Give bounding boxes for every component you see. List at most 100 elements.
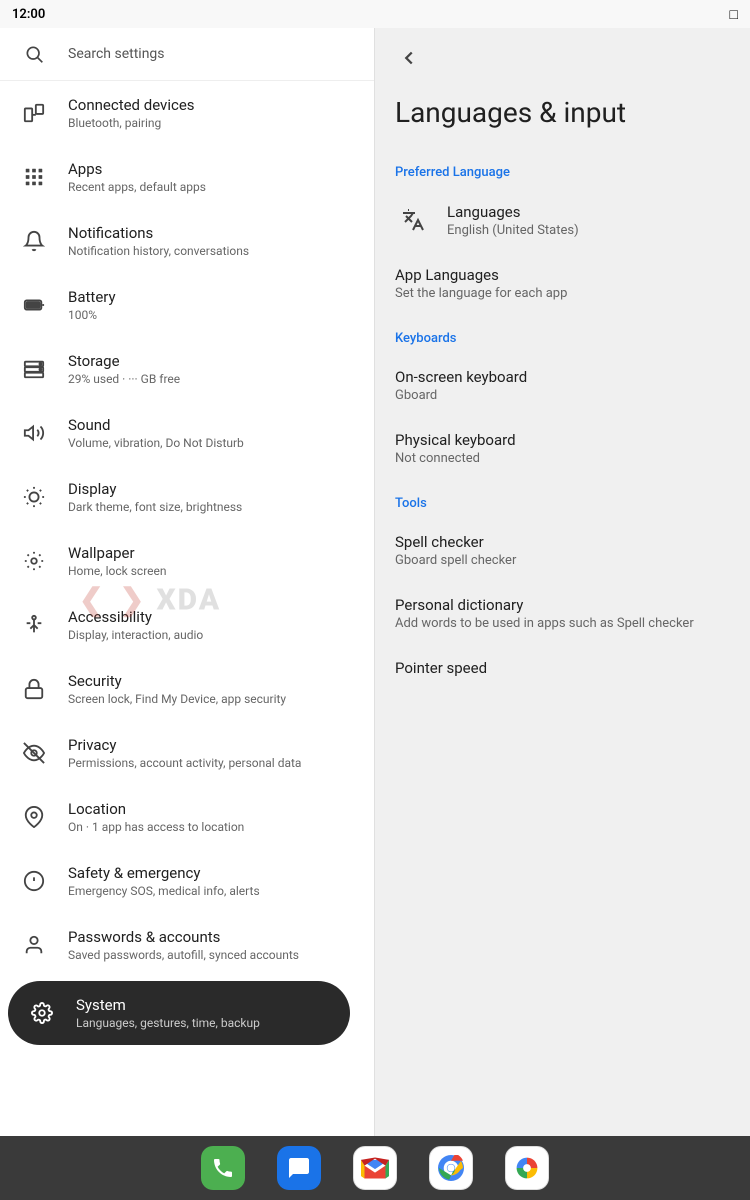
safety-subtitle: Emergency SOS, medical info, alerts: [68, 884, 260, 898]
left-panel: Search settings Connected devices Blueto…: [0, 28, 375, 1136]
battery-settings-icon: [16, 287, 52, 323]
page-title: Languages & input: [375, 88, 750, 149]
personal-dictionary-title: Personal dictionary: [395, 596, 694, 614]
system-title: System: [76, 996, 260, 1014]
on-screen-keyboard-title: On-screen keyboard: [395, 368, 527, 386]
connected-devices-icon: [16, 95, 52, 131]
storage-title: Storage: [68, 352, 180, 370]
notifications-subtitle: Notification history, conversations: [68, 244, 249, 258]
app-languages-subtitle: Set the language for each app: [395, 286, 567, 301]
location-title: Location: [68, 800, 244, 818]
right-item-on-screen-keyboard[interactable]: On-screen keyboard Gboard: [375, 354, 750, 417]
right-panel-header: [375, 28, 750, 88]
sidebar-item-passwords[interactable]: Passwords & accounts Saved passwords, au…: [0, 913, 374, 977]
sidebar-item-wallpaper[interactable]: Wallpaper Home, lock screen: [0, 529, 374, 593]
right-item-spell-checker[interactable]: Spell checker Gboard spell checker: [375, 519, 750, 582]
sidebar-item-connected-devices[interactable]: Connected devices Bluetooth, pairing: [0, 81, 374, 145]
nav-photos-app[interactable]: [505, 1146, 549, 1190]
display-subtitle: Dark theme, font size, brightness: [68, 500, 242, 514]
storage-subtitle: 29% used · ··· GB free: [68, 372, 180, 386]
accessibility-title: Accessibility: [68, 608, 203, 626]
sidebar-item-sound[interactable]: Sound Volume, vibration, Do Not Disturb: [0, 401, 374, 465]
section-header-tools: Tools: [375, 480, 750, 519]
system-item-wrapper: System Languages, gestures, time, backup: [0, 977, 374, 1049]
sidebar-item-battery[interactable]: Battery 100%: [0, 273, 374, 337]
languages-title: Languages: [447, 203, 579, 221]
system-icon: [24, 995, 60, 1031]
languages-subtitle: English (United States): [447, 223, 579, 238]
system-subtitle: Languages, gestures, time, backup: [76, 1016, 260, 1030]
sidebar-item-location[interactable]: Location On · 1 app has access to locati…: [0, 785, 374, 849]
sidebar-item-safety[interactable]: Safety & emergency Emergency SOS, medica…: [0, 849, 374, 913]
safety-title: Safety & emergency: [68, 864, 260, 882]
right-item-languages[interactable]: Languages English (United States): [375, 188, 750, 252]
passwords-icon: [16, 927, 52, 963]
connected-devices-subtitle: Bluetooth, pairing: [68, 116, 195, 130]
bottom-nav: [0, 1136, 750, 1200]
sound-icon: [16, 415, 52, 451]
physical-keyboard-subtitle: Not connected: [395, 451, 516, 466]
right-panel: Languages & input Preferred Language Lan…: [375, 28, 750, 1136]
security-icon: [16, 671, 52, 707]
nav-gmail-app[interactable]: [353, 1146, 397, 1190]
sound-subtitle: Volume, vibration, Do Not Disturb: [68, 436, 244, 450]
nav-messages-app[interactable]: [277, 1146, 321, 1190]
search-settings-title: Search settings: [68, 46, 165, 62]
sidebar-item-privacy[interactable]: Privacy Permissions, account activity, p…: [0, 721, 374, 785]
wallpaper-subtitle: Home, lock screen: [68, 564, 167, 578]
safety-icon: [16, 863, 52, 899]
nav-chrome-app[interactable]: [429, 1146, 473, 1190]
status-bar: 12:00 □: [0, 0, 750, 28]
apps-subtitle: Recent apps, default apps: [68, 180, 206, 194]
status-time: 12:00: [12, 7, 45, 22]
connected-devices-title: Connected devices: [68, 96, 195, 114]
display-title: Display: [68, 480, 242, 498]
apps-title: Apps: [68, 160, 206, 178]
privacy-title: Privacy: [68, 736, 301, 754]
on-screen-keyboard-subtitle: Gboard: [395, 388, 527, 403]
status-icons: □: [730, 6, 738, 23]
sidebar-item-notifications[interactable]: Notifications Notification history, conv…: [0, 209, 374, 273]
right-item-pointer-speed[interactable]: Pointer speed: [375, 645, 750, 691]
search-icon: [16, 36, 52, 72]
battery-subtitle: 100%: [68, 308, 116, 322]
sidebar-item-apps[interactable]: Apps Recent apps, default apps: [0, 145, 374, 209]
notifications-title: Notifications: [68, 224, 249, 242]
accessibility-icon: [16, 607, 52, 643]
notifications-icon: [16, 223, 52, 259]
spell-checker-title: Spell checker: [395, 533, 516, 551]
display-icon: [16, 479, 52, 515]
sidebar-item-storage[interactable]: Storage 29% used · ··· GB free: [0, 337, 374, 401]
apps-icon: [16, 159, 52, 195]
sidebar-item-display[interactable]: Display Dark theme, font size, brightnes…: [0, 465, 374, 529]
right-item-app-languages[interactable]: App Languages Set the language for each …: [375, 252, 750, 315]
right-item-personal-dictionary[interactable]: Personal dictionary Add words to be used…: [375, 582, 750, 645]
wallpaper-title: Wallpaper: [68, 544, 167, 562]
sound-title: Sound: [68, 416, 244, 434]
privacy-subtitle: Permissions, account activity, personal …: [68, 756, 301, 770]
main-container: Search settings Connected devices Blueto…: [0, 28, 750, 1136]
app-languages-title: App Languages: [395, 266, 567, 284]
accessibility-subtitle: Display, interaction, audio: [68, 628, 203, 642]
security-subtitle: Screen lock, Find My Device, app securit…: [68, 692, 286, 706]
search-settings-item[interactable]: Search settings: [0, 28, 374, 81]
nav-phone-app[interactable]: [201, 1146, 245, 1190]
spell-checker-subtitle: Gboard spell checker: [395, 553, 516, 568]
passwords-subtitle: Saved passwords, autofill, synced accoun…: [68, 948, 299, 962]
passwords-title: Passwords & accounts: [68, 928, 299, 946]
physical-keyboard-title: Physical keyboard: [395, 431, 516, 449]
back-button[interactable]: [391, 40, 427, 76]
section-header-preferred-language: Preferred Language: [375, 149, 750, 188]
section-header-keyboards: Keyboards: [375, 315, 750, 354]
right-item-physical-keyboard[interactable]: Physical keyboard Not connected: [375, 417, 750, 480]
wallpaper-icon: [16, 543, 52, 579]
battery-icon: □: [730, 6, 738, 23]
location-subtitle: On · 1 app has access to location: [68, 820, 244, 834]
sidebar-item-system[interactable]: System Languages, gestures, time, backup: [8, 981, 350, 1045]
translate-icon: [395, 202, 431, 238]
sidebar-item-security[interactable]: Security Screen lock, Find My Device, ap…: [0, 657, 374, 721]
sidebar-item-accessibility[interactable]: Accessibility Display, interaction, audi…: [0, 593, 374, 657]
privacy-icon: [16, 735, 52, 771]
pointer-speed-title: Pointer speed: [395, 659, 487, 677]
location-icon: [16, 799, 52, 835]
